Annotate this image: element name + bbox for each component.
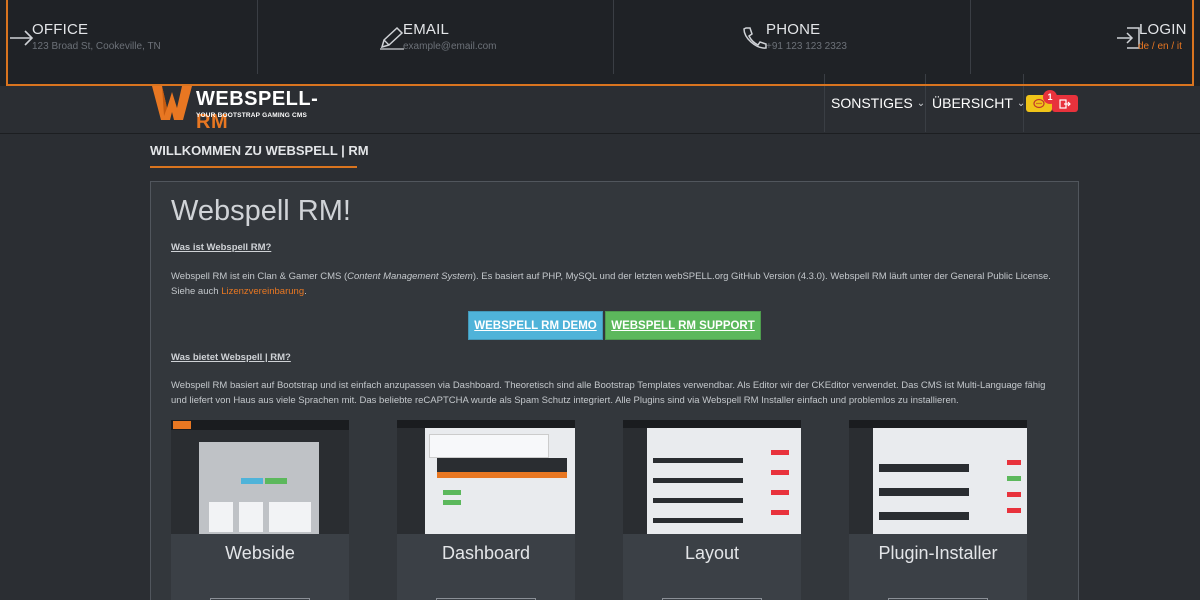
section-heading-what-offers: Was bietet Webspell | RM? xyxy=(171,352,291,363)
login-info: LOGIN de / en / it xyxy=(971,0,1200,74)
features-paragraph: Webspell RM basiert auf Bootstrap und is… xyxy=(171,380,1046,406)
logo-tagline: YOUR BOOTSTRAP GAMING CMS xyxy=(196,112,308,119)
login-link[interactable]: LOGIN xyxy=(1139,21,1187,38)
demo-button[interactable]: WEBSPELL RM DEMO xyxy=(468,311,603,340)
nav-sonstiges-label: SONSTIGES xyxy=(831,95,913,111)
email-link[interactable]: example@email.com xyxy=(403,41,497,52)
nav-uebersicht-label: ÜBERSICHT xyxy=(932,95,1013,111)
logo-wordmark: WEBSPELL-RM xyxy=(196,88,319,133)
chevron-down-icon: ⌄ xyxy=(1016,97,1026,109)
office-address: 123 Broad St, Cookeville, TN xyxy=(32,41,161,52)
layout-screenshot xyxy=(623,420,801,534)
office-title: OFFICE xyxy=(32,21,89,38)
logout-icon xyxy=(1059,98,1071,109)
office-info: OFFICE 123 Broad St, Cookeville, TN xyxy=(0,0,258,74)
email-title: EMAIL xyxy=(403,21,450,38)
welcome-panel: Webspell RM! Was ist Webspell RM? Webspe… xyxy=(150,181,1079,600)
card-title-dashboard: Dashboard xyxy=(441,543,531,563)
phone-number[interactable]: +91 123 123 2323 xyxy=(766,41,847,52)
language-switcher[interactable]: de / en / it xyxy=(1138,41,1182,52)
feature-card-plugin-installer[interactable]: Plugin-Installer xyxy=(849,420,1027,600)
heading-underline xyxy=(150,166,357,168)
license-link[interactable]: Lizenzvereinbarung xyxy=(221,286,304,297)
intro-paragraph: Webspell RM ist ein Clan & Gamer CMS (Co… xyxy=(171,271,1051,297)
dashboard-screenshot xyxy=(397,420,575,534)
support-button[interactable]: WEBSPELL RM SUPPORT xyxy=(605,311,761,340)
pencil-icon xyxy=(380,26,404,50)
message-count-badge: 1 xyxy=(1043,90,1057,104)
logo-w-icon xyxy=(152,86,192,120)
feature-card-layout[interactable]: Layout xyxy=(623,420,801,600)
main-header: WEBSPELL-RM YOUR BOOTSTRAP GAMING CMS SO… xyxy=(0,74,1200,134)
feature-card-webside[interactable]: Webside xyxy=(171,420,349,600)
nav-uebersicht[interactable]: ÜBERSICHT ⌄ xyxy=(925,74,1026,132)
card-title-webside: Webside xyxy=(225,543,295,563)
site-logo[interactable]: WEBSPELL-RM YOUR BOOTSTRAP GAMING CMS xyxy=(150,80,330,133)
page-heading: WILLKOMMEN ZU WEBSPELL | RM xyxy=(150,143,369,158)
phone-title: PHONE xyxy=(766,21,821,38)
card-title-layout: Layout xyxy=(684,543,740,563)
nav-sonstiges[interactable]: SONSTIGES ⌄ xyxy=(824,74,925,132)
feature-card-dashboard[interactable]: Dashboard xyxy=(397,420,575,600)
plugin-installer-screenshot xyxy=(849,420,1027,534)
email-info: EMAIL example@email.com xyxy=(258,0,614,74)
phone-info: PHONE +91 123 123 2323 xyxy=(614,0,971,74)
page-title: Webspell RM! xyxy=(171,195,351,227)
section-heading-what-is: Was ist Webspell RM? xyxy=(171,242,272,253)
webside-screenshot xyxy=(171,420,349,534)
card-title-plugin-installer: Plugin-Installer xyxy=(878,543,998,563)
phone-icon xyxy=(743,27,767,49)
chevron-down-icon: ⌄ xyxy=(916,97,926,109)
